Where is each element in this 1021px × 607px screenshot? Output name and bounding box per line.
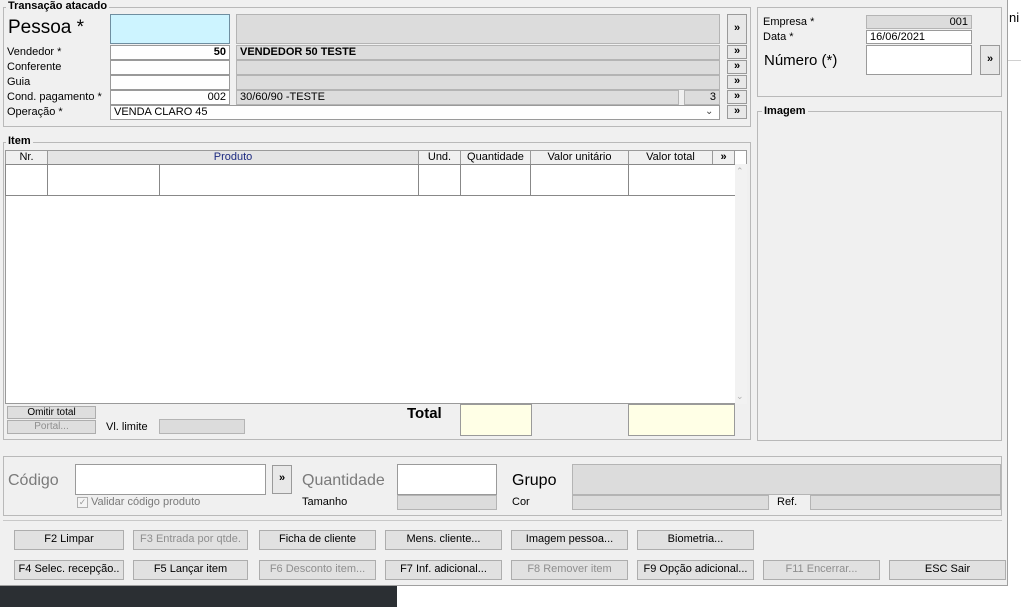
conferente-name-field xyxy=(236,60,720,75)
total-quantidade-field xyxy=(460,404,532,436)
biometria-button[interactable]: Biometria... xyxy=(637,530,754,550)
grid-scrollbar[interactable] xyxy=(735,164,747,404)
codigo-label: Código xyxy=(8,472,59,489)
f2-limpar-button[interactable]: F2 Limpar xyxy=(14,530,124,550)
row-divider xyxy=(460,164,461,196)
guia-name-field xyxy=(236,75,720,90)
tamanho-label: Tamanho xyxy=(302,496,348,508)
quantidade-label: Quantidade xyxy=(302,472,385,489)
col-header-valor-unitario[interactable]: Valor unitário xyxy=(530,150,629,165)
total-label: Total xyxy=(407,405,442,422)
vl-limite-field xyxy=(159,419,245,434)
imagem-group-title: Imagem xyxy=(762,105,808,117)
transacao-atacado-window: Transação atacado Pessoa * » Vendedor * … xyxy=(0,0,1008,586)
cond-pagamento-code-field[interactable]: 002 xyxy=(110,90,230,105)
grupo-field xyxy=(572,464,1001,495)
col-header-produto[interactable]: Produto xyxy=(47,150,419,165)
codigo-input[interactable] xyxy=(75,464,266,495)
pessoa-more-button[interactable]: » xyxy=(727,14,747,44)
background-window-edge: ni xyxy=(1008,0,1021,60)
taskbar-strip xyxy=(0,586,397,607)
col-header-und[interactable]: Und. xyxy=(418,150,461,165)
ficha-cliente-button[interactable]: Ficha de cliente xyxy=(259,530,376,550)
pessoa-code-input[interactable] xyxy=(110,14,230,44)
col-header-more[interactable]: » xyxy=(712,150,735,165)
numero-label: Número (*) xyxy=(764,52,838,69)
vl-limite-label: Vl. limite xyxy=(106,421,148,433)
col-header-quantidade[interactable]: Quantidade xyxy=(460,150,531,165)
f5-lancar-item-button[interactable]: F5 Lançar item xyxy=(133,560,248,580)
col-header-valor-total[interactable]: Valor total xyxy=(628,150,713,165)
row-divider xyxy=(628,164,629,196)
vendedor-label: Vendedor * xyxy=(7,46,62,58)
row-divider xyxy=(530,164,531,196)
mens-cliente-button[interactable]: Mens. cliente... xyxy=(385,530,502,550)
guia-label: Guia xyxy=(7,76,31,88)
pessoa-label: Pessoa * xyxy=(8,17,85,38)
validar-codigo-label: Validar código produto xyxy=(91,496,201,508)
vendedor-name-field: VENDEDOR 50 TESTE xyxy=(236,45,720,60)
cond-pagamento-count-field: 3 xyxy=(684,90,720,105)
background-window-divider xyxy=(1008,60,1021,61)
total-valor-field xyxy=(628,404,735,436)
validar-codigo-checkbox[interactable]: ✓ xyxy=(77,497,88,508)
chevron-down-icon[interactable]: ⌄ xyxy=(705,106,713,117)
cond-pagamento-label: Cond. pagamento * xyxy=(7,91,102,103)
conferente-code-field[interactable] xyxy=(110,60,230,75)
data-field[interactable]: 16/06/2021 xyxy=(866,30,972,44)
empresa-label: Empresa * xyxy=(763,16,815,28)
row-divider xyxy=(418,164,419,196)
f3-entrada-qtde-button[interactable]: F3 Entrada por qtde. xyxy=(133,530,248,550)
cor-field xyxy=(572,495,769,510)
cond-pagamento-more-button[interactable]: » xyxy=(727,90,747,104)
imagem-group xyxy=(757,111,1002,441)
ref-label: Ref. xyxy=(777,496,798,508)
data-label: Data * xyxy=(763,31,794,43)
grupo-label: Grupo xyxy=(512,472,557,489)
guia-code-field[interactable] xyxy=(110,75,230,90)
omitir-total-button[interactable]: Omitir total xyxy=(7,406,96,419)
row-divider xyxy=(47,164,48,196)
codigo-more-button[interactable]: » xyxy=(272,465,292,494)
background-strip xyxy=(397,586,1008,607)
f7-inf-adicional-button[interactable]: F7 Inf. adicional... xyxy=(385,560,502,580)
operacao-more-button[interactable]: » xyxy=(727,105,747,119)
guia-more-button[interactable]: » xyxy=(727,75,747,89)
empresa-field: 001 xyxy=(866,15,972,29)
table-row[interactable] xyxy=(5,164,736,196)
conferente-label: Conferente xyxy=(7,61,62,73)
row-divider xyxy=(159,164,160,196)
numero-more-button[interactable]: » xyxy=(980,45,1000,75)
f6-desconto-item-button[interactable]: F6 Desconto item... xyxy=(259,560,376,580)
f8-remover-item-button[interactable]: F8 Remover item xyxy=(511,560,628,580)
esc-sair-button[interactable]: ESC Sair xyxy=(889,560,1006,580)
f4-selec-recepcao-button[interactable]: F4 Selec. recepção.. xyxy=(14,560,124,580)
vendedor-code-field[interactable]: 50 xyxy=(110,45,230,60)
tamanho-field xyxy=(397,495,497,510)
imagem-pessoa-button[interactable]: Imagem pessoa... xyxy=(511,530,628,550)
scroll-down-icon[interactable]: ⌄ xyxy=(736,391,744,402)
cond-pagamento-desc-field: 30/60/90 -TESTE xyxy=(236,90,679,105)
scroll-up-icon[interactable]: ⌃ xyxy=(736,166,744,177)
conferente-more-button[interactable]: » xyxy=(727,60,747,74)
transacao-group-title: Transação atacado xyxy=(6,0,110,12)
operacao-label: Operação * xyxy=(7,106,63,118)
cor-label: Cor xyxy=(512,496,530,508)
col-header-nr[interactable]: Nr. xyxy=(5,150,48,165)
f11-encerrar-button[interactable]: F11 Encerrar... xyxy=(763,560,880,580)
item-group-title: Item xyxy=(6,135,33,147)
numero-field[interactable] xyxy=(866,45,972,75)
ref-field xyxy=(810,495,1001,510)
background-window-text: ni xyxy=(1009,10,1020,25)
portal-button[interactable]: Portal... xyxy=(7,420,96,434)
pessoa-name-field xyxy=(236,14,720,44)
f9-opcao-adicional-button[interactable]: F9 Opção adicional... xyxy=(637,560,754,580)
operacao-select[interactable]: VENDA CLARO 45 xyxy=(110,105,720,120)
vendedor-more-button[interactable]: » xyxy=(727,45,747,59)
quantidade-input[interactable] xyxy=(397,464,497,495)
